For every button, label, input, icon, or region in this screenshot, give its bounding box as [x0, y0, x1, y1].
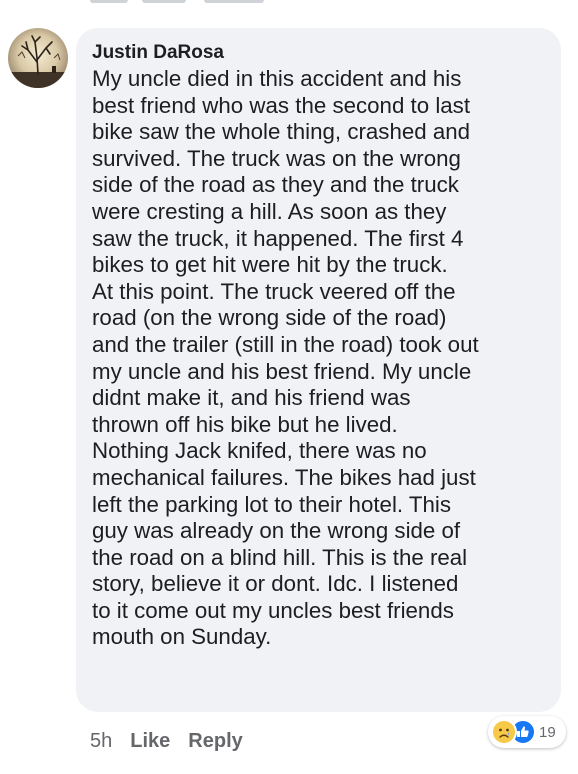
- avatar[interactable]: [8, 28, 68, 88]
- comment-line: my uncle and his best friend. My uncle: [92, 358, 472, 384]
- comment-text: My uncle died in this accident and his b…: [92, 66, 547, 651]
- comment-line: At this point. The truck veered off the: [92, 278, 456, 304]
- reactions-summary[interactable]: 19: [488, 716, 566, 748]
- comment-line: side of the road as they and the truck: [92, 172, 459, 198]
- like-button[interactable]: Like: [130, 730, 170, 753]
- comment-line: and the trailer (still in the road) took…: [92, 331, 479, 357]
- comment-bubble: Justin DaRosa My uncle died in this acci…: [76, 28, 561, 712]
- comment-line: story, believe it or dont. Idc. I listen…: [92, 571, 459, 597]
- comment-timestamp[interactable]: 5h: [90, 730, 112, 753]
- comment-author-name[interactable]: Justin DaRosa: [92, 40, 547, 66]
- comment-line: mechanical failures. The bikes had just: [92, 464, 476, 490]
- comment-line: bike saw the whole thing, crashed and: [92, 119, 471, 145]
- comment-line: road (on the wrong side of the road): [92, 305, 447, 331]
- comment-line: saw the truck, it happened. The first 4: [92, 225, 464, 251]
- comment-line: best friend who was the second to last: [92, 92, 471, 118]
- comment-line: mouth on Sunday.: [92, 624, 272, 650]
- comment-line: bikes to get hit were hit by the truck.: [92, 252, 448, 278]
- reply-button[interactable]: Reply: [188, 730, 242, 753]
- reaction-count: 19: [539, 723, 556, 741]
- comment-line: My uncle died in this accident and his: [92, 66, 462, 91]
- comment-line: left the parking lot to their hotel. Thi…: [92, 491, 452, 517]
- avatar-tree-image: [8, 28, 68, 88]
- comment-line: the road on a blind hill. This is the re…: [92, 544, 468, 570]
- comment-line: didnt make it, and his friend was: [92, 385, 411, 411]
- sad-reaction-icon: [491, 719, 517, 745]
- comment-actions: 5h Like Reply: [90, 726, 243, 756]
- previous-comment-actions-faded: [80, 0, 480, 8]
- comment-line: guy was already on the wrong side of: [92, 518, 461, 544]
- comment-line: were cresting a hill. As soon as they: [92, 198, 447, 224]
- comment-line: thrown off his bike but he lived.: [92, 411, 398, 437]
- comment-line: to it come out my uncles best friends: [92, 597, 454, 623]
- comment-line: survived. The truck was on the wrong: [92, 145, 461, 171]
- comment-line: Nothing Jack knifed, there was no: [92, 438, 427, 464]
